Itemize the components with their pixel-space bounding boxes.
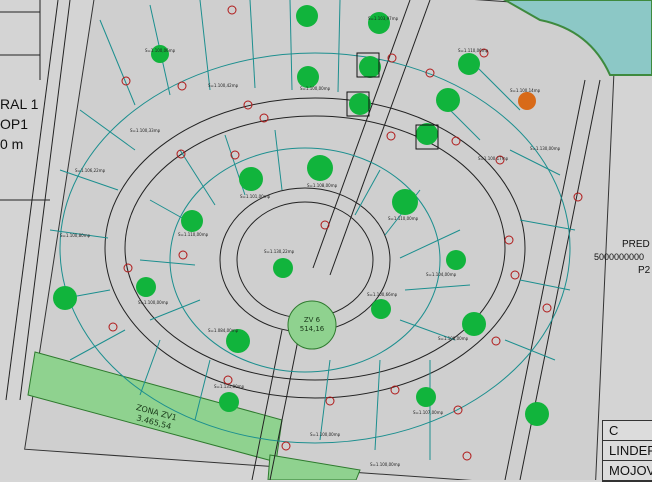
right-label-3: P2 xyxy=(638,265,651,276)
tree xyxy=(297,66,319,88)
lot-area: S=1.110,00mp xyxy=(388,216,419,221)
highlighted-tree xyxy=(518,92,536,110)
tree xyxy=(181,210,203,232)
tree xyxy=(296,5,318,27)
title-block-row: LINDER xyxy=(603,441,652,461)
lot-area: S=1.110,00mp xyxy=(178,232,209,237)
lot-area: S=1.100,66mp xyxy=(367,292,398,297)
lot-area: S=1.107,00mp xyxy=(413,410,444,415)
lot-area: S=1.106,22mp xyxy=(75,168,106,173)
tree xyxy=(462,312,486,336)
lot-area: S=1.100,42mp xyxy=(208,83,239,88)
lot-area: S=1.100,00mp xyxy=(370,462,401,467)
tree xyxy=(307,155,333,181)
lot-area: S=1.131,00mp xyxy=(214,384,245,389)
site-plan-map: S=1.103,97mp S=1.100,06mp S=1.110,06mp S… xyxy=(0,0,652,480)
lot-area: S=1.100,17mp xyxy=(478,156,509,161)
lot-area: S=1.100,33mp xyxy=(130,128,161,133)
zv6-label: ZV 6 xyxy=(304,316,321,324)
left-label-3: 0 m xyxy=(0,136,24,152)
left-label-2: OP1 xyxy=(0,116,29,132)
lot-area: S=1.104,00mp xyxy=(426,272,457,277)
lot-area: S=1.101,00mp xyxy=(240,194,271,199)
left-label-1: RAL 1 xyxy=(0,96,39,112)
lot-area: S=1.100,00mp xyxy=(138,300,169,305)
tree xyxy=(436,88,460,112)
lot-area: S=1.130,00mp xyxy=(530,146,561,151)
title-block: C LINDER MOJOV xyxy=(602,420,652,482)
lot-area: S=1.100,06mp xyxy=(145,48,176,53)
tree xyxy=(136,277,156,297)
lot-area: S=1.110,06mp xyxy=(458,48,489,53)
lot-area: S=1.103,97mp xyxy=(368,16,399,21)
lot-area: S=1.100,00mp xyxy=(310,432,341,437)
tree xyxy=(416,387,436,407)
lot-area: S=1.108,00mp xyxy=(307,183,338,188)
lot-area: S=1.100,80mp xyxy=(60,233,91,238)
tree xyxy=(525,402,549,426)
title-block-header: C xyxy=(603,421,652,441)
lot-area: S=1.130,22mp xyxy=(264,249,295,254)
tree xyxy=(371,299,391,319)
tree xyxy=(416,123,438,145)
lot-area: S=1.100,14mp xyxy=(510,88,541,93)
tree xyxy=(446,250,466,270)
tree xyxy=(273,258,293,278)
tree xyxy=(359,56,381,78)
lot-area: S=1.100,00mp xyxy=(300,86,331,91)
tree xyxy=(219,392,239,412)
title-block-row: MOJOV xyxy=(603,461,652,481)
lot-area: S=1.084,00mp xyxy=(208,328,239,333)
lot-area: S=1.100,00mp xyxy=(438,336,469,341)
tree xyxy=(239,167,263,191)
tree xyxy=(53,286,77,310)
right-label-2: 5000000000 xyxy=(594,252,645,262)
tree xyxy=(349,93,371,115)
tree xyxy=(392,189,418,215)
zv6-area: 514,16 xyxy=(300,325,325,333)
tree xyxy=(458,53,480,75)
right-label-1: PRED xyxy=(622,239,650,250)
